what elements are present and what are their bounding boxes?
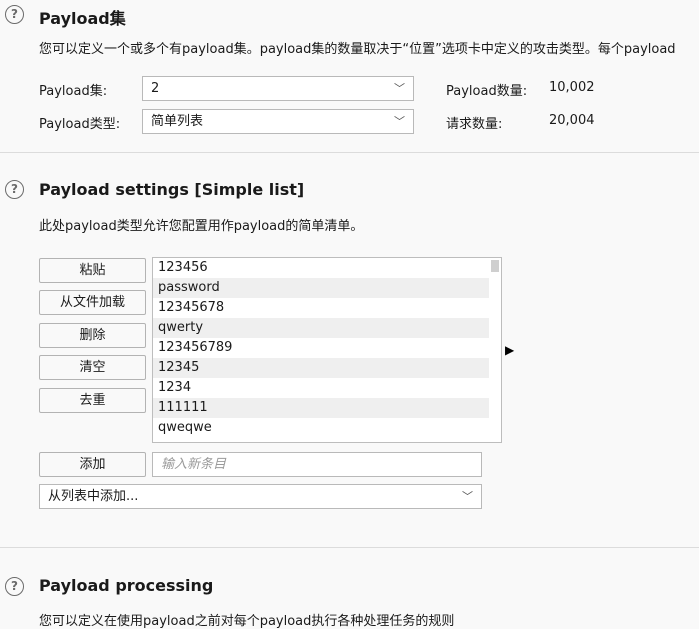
section-title-payload-settings: Payload settings [Simple list]: [39, 180, 305, 199]
payload-count-label: Payload数量:: [446, 84, 528, 99]
section-title-payload-sets: Payload集: [39, 9, 126, 28]
payload-type-value: 简单列表: [151, 114, 204, 129]
load-from-file-button[interactable]: 从文件加载: [39, 290, 146, 315]
add-button[interactable]: 添加: [39, 452, 146, 477]
list-item[interactable]: qwerty: [153, 318, 489, 338]
section-description: 您可以定义一个或多个有payload集。payload集的数量取决于“位置”选项…: [39, 42, 676, 57]
chevron-down-icon: ﹀: [462, 490, 473, 503]
payload-type-label: Payload类型:: [39, 117, 121, 132]
section-title-payload-processing: Payload processing: [39, 576, 214, 595]
payload-list[interactable]: 123456 password 12345678 qwerty 12345678…: [152, 257, 502, 443]
section-divider: [0, 547, 699, 548]
help-icon[interactable]: ?: [5, 577, 24, 596]
section-divider: [0, 152, 699, 153]
cursor-arrow-icon: ▶: [505, 343, 515, 357]
list-item[interactable]: 1234: [153, 378, 489, 398]
list-item[interactable]: 12345: [153, 358, 489, 378]
payload-set-label: Payload集:: [39, 84, 108, 99]
chevron-down-icon: ﹀: [394, 82, 405, 95]
new-item-input[interactable]: 输入新条目: [152, 452, 482, 477]
payload-count-value: 10,002: [549, 80, 595, 95]
list-item[interactable]: 123456789: [153, 338, 489, 358]
scrollbar-thumb[interactable]: [491, 260, 499, 272]
deduplicate-button[interactable]: 去重: [39, 388, 146, 413]
list-item[interactable]: 111111: [153, 398, 489, 418]
section-description: 此处payload类型允许您配置用作payload的简单清单。: [39, 219, 364, 234]
add-from-list-select[interactable]: 从列表中添加... ﹀: [39, 484, 482, 509]
chevron-down-icon: ﹀: [394, 115, 405, 128]
paste-button[interactable]: 粘贴: [39, 258, 146, 283]
list-item[interactable]: 12345678: [153, 298, 489, 318]
section-description: 您可以定义在使用payload之前对每个payload执行各种处理任务的规则: [39, 614, 455, 629]
list-item[interactable]: qweqwe: [153, 418, 489, 438]
list-item[interactable]: 123456: [153, 258, 489, 278]
add-from-list-value: 从列表中添加...: [48, 489, 139, 504]
clear-button[interactable]: 清空: [39, 355, 146, 380]
request-count-label: 请求数量:: [446, 117, 503, 132]
list-item[interactable]: password: [153, 278, 489, 298]
payload-set-value: 2: [151, 81, 160, 96]
payload-type-select[interactable]: 简单列表 ﹀: [142, 109, 414, 134]
remove-button[interactable]: 删除: [39, 323, 146, 348]
list-scrollbar[interactable]: [489, 258, 501, 442]
help-icon[interactable]: ?: [5, 5, 24, 24]
request-count-value: 20,004: [549, 113, 595, 128]
help-icon[interactable]: ?: [5, 180, 24, 199]
payload-set-select[interactable]: 2 ﹀: [142, 76, 414, 101]
